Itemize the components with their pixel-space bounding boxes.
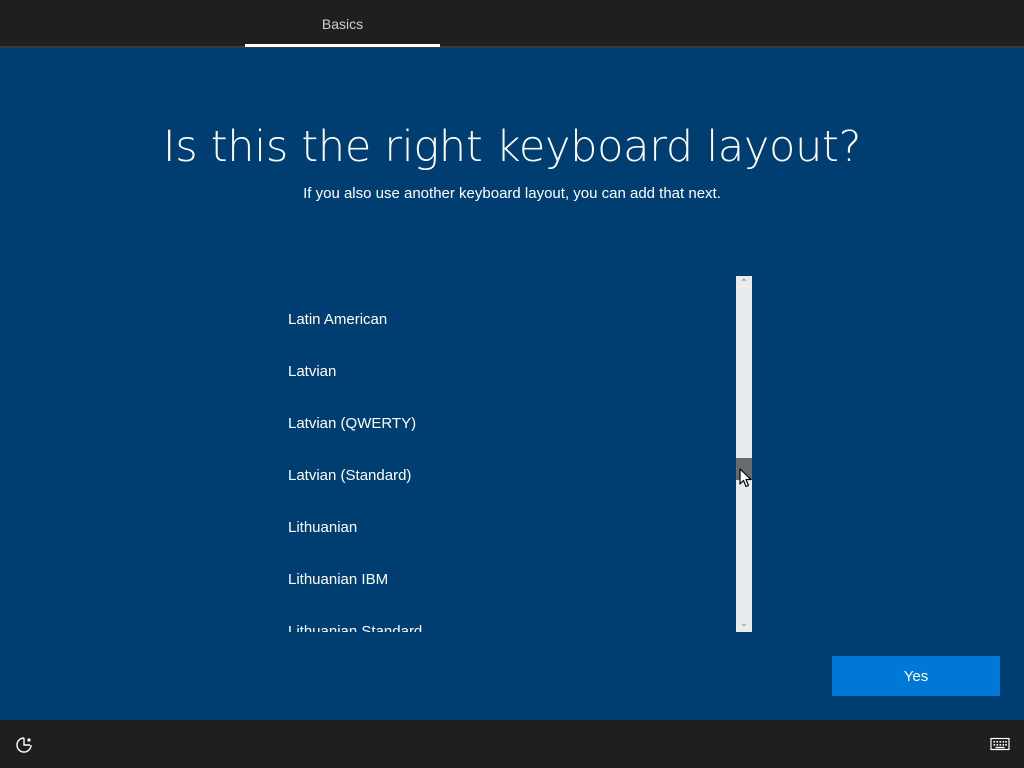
ease-of-access-icon[interactable] [14, 735, 34, 755]
page-title: Is this the right keyboard layout? [162, 122, 862, 172]
list-viewport: Latin American Latvian Latvian (QWERTY) … [272, 276, 734, 632]
top-bar: Basics [0, 0, 1024, 48]
list-item[interactable]: Lithuanian [272, 502, 734, 554]
scroll-down-icon[interactable]: ⌄ [736, 616, 752, 632]
bottom-bar [0, 720, 1024, 768]
scroll-up-icon[interactable]: ⌃ [736, 276, 752, 292]
tab-active-indicator [245, 44, 440, 47]
keyboard-layout-list[interactable]: Latin American Latvian Latvian (QWERTY) … [272, 276, 752, 632]
page-subtitle: If you also use another keyboard layout,… [303, 185, 721, 202]
list-item[interactable]: Lithuanian IBM [272, 554, 734, 606]
yes-button[interactable]: Yes [832, 656, 1000, 696]
list-item[interactable]: Latvian [272, 346, 734, 398]
list-item[interactable]: Latvian (Standard) [272, 450, 734, 502]
list-scrollbar[interactable]: ⌃ ⌄ [736, 276, 752, 632]
list-item[interactable]: Lithuanian Standard [272, 606, 734, 632]
keyboard-icon[interactable] [990, 737, 1010, 751]
mouse-pointer-icon [739, 468, 752, 488]
tab-basics: Basics [321, 16, 364, 32]
list-item[interactable]: Latvian (QWERTY) [272, 398, 734, 450]
list-item[interactable]: Latin American [272, 294, 734, 346]
